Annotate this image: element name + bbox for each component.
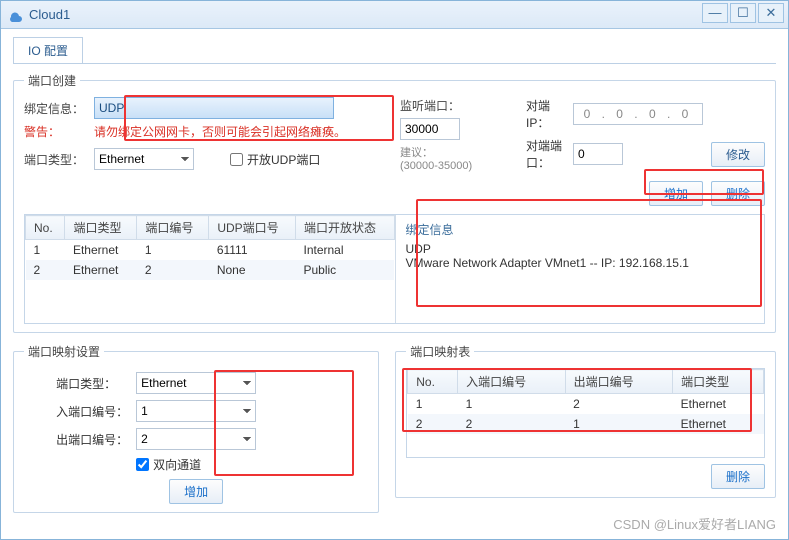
add-port-button[interactable]: 增加 xyxy=(649,181,703,206)
map-table-legend: 端口映射表 xyxy=(406,343,474,360)
titlebar: Cloud1 — ☐ ✕ xyxy=(1,1,788,29)
delete-map-button[interactable]: 删除 xyxy=(711,464,765,489)
maximize-button[interactable]: ☐ xyxy=(730,3,756,23)
app-window: Cloud1 — ☐ ✕ IO 配置 端口创建 绑定信息： UDP xyxy=(0,0,789,540)
table-row[interactable]: 2Ethernet2NonePublic xyxy=(26,260,395,280)
bind-info-title: 绑定信息 xyxy=(406,221,755,238)
port-create-legend: 端口创建 xyxy=(24,72,80,89)
map-set-legend: 端口映射设置 xyxy=(24,343,104,360)
close-button[interactable]: ✕ xyxy=(758,3,784,23)
window-title: Cloud1 xyxy=(29,7,70,22)
suggest-label: 建议： xyxy=(400,144,433,160)
listen-port-input[interactable] xyxy=(400,118,460,140)
bind-label: 绑定信息： xyxy=(24,100,88,117)
table-row[interactable]: 221Ethernet xyxy=(408,414,764,434)
port-create-group: 端口创建 绑定信息： UDP 警告： 请勿绑定公网网卡，否则可能会引起网络瘫痪。 xyxy=(13,72,776,333)
peer-port-input[interactable] xyxy=(573,143,623,165)
table-row[interactable]: 112Ethernet xyxy=(408,394,764,415)
in-port-select[interactable]: 1 xyxy=(136,400,256,422)
map-type-select[interactable]: Ethernet xyxy=(136,372,256,394)
warn-text: 请勿绑定公网网卡，否则可能会引起网络瘫痪。 xyxy=(94,123,346,140)
open-udp-label: 开放UDP端口 xyxy=(247,151,320,168)
watermark: CSDN @Linux爱好者LIANG xyxy=(613,514,776,533)
tab-bar: IO 配置 xyxy=(13,37,776,64)
in-port-label: 入端口编号： xyxy=(56,403,128,420)
add-map-button[interactable]: 增加 xyxy=(169,479,223,504)
port-table[interactable]: No. 端口类型 端口编号 UDP端口号 端口开放状态 1Ethernet161… xyxy=(25,215,395,280)
port-type-label: 端口类型： xyxy=(24,151,88,168)
app-icon xyxy=(7,7,23,23)
delete-port-button[interactable]: 删除 xyxy=(711,181,765,206)
bidir-label: 双向通道 xyxy=(153,456,201,473)
bind-info-line2: VMware Network Adapter VMnet1 -- IP: 192… xyxy=(406,256,755,270)
table-row[interactable]: 1Ethernet161111Internal xyxy=(26,240,395,261)
open-udp-checkbox[interactable] xyxy=(230,153,243,166)
map-type-label: 端口类型： xyxy=(56,375,128,392)
map-table[interactable]: No. 入端口编号 出端口编号 端口类型 112Ethernet 221Ethe… xyxy=(407,369,764,434)
bidir-checkbox[interactable] xyxy=(136,458,149,471)
map-table-group: 端口映射表 No. 入端口编号 出端口编号 端口类型 112Ethernet 2… xyxy=(395,343,776,498)
tab-io-config[interactable]: IO 配置 xyxy=(13,37,83,63)
minimize-button[interactable]: — xyxy=(702,3,728,23)
out-port-label: 出端口编号： xyxy=(56,431,128,448)
bind-info-line1: UDP xyxy=(406,242,755,256)
peer-port-label: 对端端口： xyxy=(526,137,565,171)
port-type-select[interactable]: Ethernet xyxy=(94,148,194,170)
bind-select[interactable]: UDP xyxy=(94,97,334,119)
listen-port-label: 监听端口： xyxy=(400,97,460,114)
modify-button[interactable]: 修改 xyxy=(711,142,765,167)
peer-ip-label: 对端IP： xyxy=(526,97,565,131)
out-port-select[interactable]: 2 xyxy=(136,428,256,450)
warn-label: 警告： xyxy=(24,123,88,140)
peer-ip-input[interactable] xyxy=(573,103,703,125)
map-set-group: 端口映射设置 端口类型： Ethernet 入端口编号： 1 出端口编号： 2 … xyxy=(13,343,379,513)
suggest-range: (30000-35000) xyxy=(400,160,510,172)
